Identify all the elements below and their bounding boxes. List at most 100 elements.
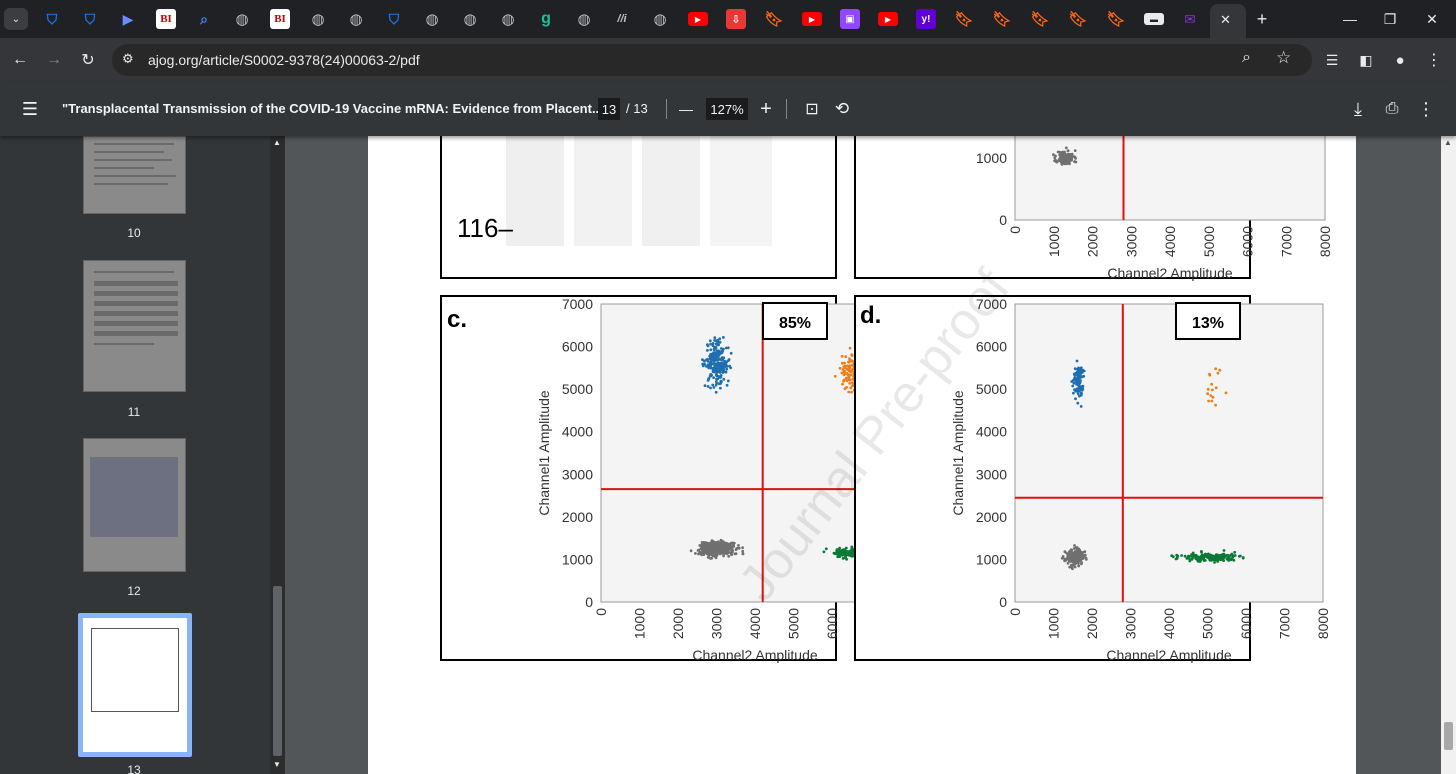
droplet-point <box>822 550 826 554</box>
globe-tab-icon[interactable]: ◍ <box>498 9 518 29</box>
restore-button[interactable]: ❐ <box>1372 6 1408 32</box>
globe-tab-icon[interactable]: ◍ <box>574 9 594 29</box>
zoom-icon[interactable]: ⌕ <box>1242 49 1251 67</box>
zoom-level-input[interactable]: 127% <box>706 98 748 120</box>
page-number-input[interactable]: 13 <box>598 98 620 120</box>
globe-tab-icon[interactable]: ◍ <box>650 9 670 29</box>
droplet-point <box>1206 392 1209 396</box>
address-bar[interactable]: ⚙ ajog.org/article/S0002-9378(24)00063-2… <box>112 44 1312 76</box>
droplet-point <box>719 386 722 390</box>
bi-tab-icon[interactable]: BI <box>156 9 176 29</box>
gel-lane <box>642 136 700 246</box>
droplet-point <box>1207 399 1210 403</box>
pdf-viewer[interactable]: 116– 0 1000 2000 0 1000 2000 3000 4000 5000 6000 7… <box>285 136 1441 774</box>
close-tab-icon[interactable]: ✕ <box>1220 12 1231 28</box>
globe-tab-icon[interactable]: ◍ <box>422 9 442 29</box>
droplet-point <box>1075 387 1079 391</box>
panel-a-frame <box>440 136 837 279</box>
youtube-tab-icon[interactable]: ▶ <box>688 12 708 26</box>
search-tab-icon[interactable]: ⌕ <box>194 9 214 29</box>
tab-search-button[interactable]: ⌄ <box>4 8 28 30</box>
mail-tab-icon[interactable]: ✉ <box>1180 9 1200 29</box>
grammarly-tab-icon[interactable]: g <box>536 9 556 29</box>
sports-tab-icon[interactable]: ▬ <box>1144 13 1164 25</box>
fit-page-icon[interactable]: ⊡ <box>800 97 824 121</box>
droplet-point <box>1072 372 1076 376</box>
shield-tab-icon[interactable]: ⛉ <box>42 9 62 29</box>
droplet-point <box>1214 403 1217 407</box>
twitch-tab-icon[interactable]: ▣ <box>840 9 860 29</box>
sidebar-scrollbar[interactable]: ▲ ▼ <box>270 136 285 774</box>
zoom-out-button[interactable]: — <box>674 97 698 121</box>
droplet-point <box>1208 372 1211 376</box>
yahoo-tab-icon[interactable]: y! <box>916 9 936 29</box>
side-panel-icon[interactable]: ◧ <box>1354 48 1378 72</box>
x-tick-label: 0 <box>1007 608 1023 616</box>
rotate-icon[interactable]: ⟲ <box>830 97 854 121</box>
bookmark-star-icon[interactable]: ☆ <box>1276 48 1291 68</box>
droplet-point <box>708 339 712 343</box>
scrollbar-thumb[interactable] <box>1444 722 1453 750</box>
bi-tab-icon[interactable]: BI <box>270 9 290 29</box>
site-info-icon[interactable]: ⚙ <box>122 51 134 67</box>
globe-tab-icon[interactable]: ◍ <box>308 9 328 29</box>
thumbnail-page-13-selected[interactable] <box>78 613 192 757</box>
podcast-tab-icon[interactable]: ⇩ <box>726 9 746 29</box>
youtube-tab-icon[interactable]: ▶ <box>802 12 822 26</box>
droplet-point <box>1183 554 1187 558</box>
scroll-up-arrow[interactable]: ▲ <box>273 138 281 147</box>
globe-tab-icon[interactable]: ◍ <box>460 9 480 29</box>
droplet-point <box>712 542 715 546</box>
droplet-point <box>700 543 703 547</box>
droplet-point <box>1052 153 1055 157</box>
ribbon-tab-icon[interactable]: ▶ <box>118 9 138 29</box>
youtube-tab-icon[interactable]: ▶ <box>878 12 898 26</box>
new-tab-button[interactable]: + <box>1244 6 1280 32</box>
bookmark-tab-icon[interactable]: 🔖︎ <box>1068 9 1088 29</box>
y-tick-label: 3000 <box>562 466 593 482</box>
droplet-point <box>725 365 729 368</box>
reading-list-icon[interactable]: ☰ <box>1320 48 1344 72</box>
globe-tab-icon[interactable]: ◍ <box>346 9 366 29</box>
droplet-point <box>711 358 715 361</box>
droplet-point <box>725 367 729 371</box>
thumbnail-page-11[interactable] <box>83 260 186 392</box>
thumbnail-table-row <box>94 281 178 286</box>
forward-icon[interactable]: → <box>42 48 66 72</box>
shield-tab-icon[interactable]: ⛉ <box>384 9 404 29</box>
profile-icon[interactable]: ● <box>1388 48 1412 72</box>
zoom-in-button[interactable]: + <box>754 97 778 121</box>
scrollbar-thumb[interactable] <box>273 586 282 756</box>
more-options-icon[interactable]: ⋮ <box>1414 97 1438 121</box>
scroll-up-arrow[interactable]: ▲ <box>1444 138 1452 147</box>
minimize-button[interactable]: — <box>1332 6 1368 32</box>
bookmark-tab-icon[interactable]: 🔖︎ <box>1106 9 1126 29</box>
active-tab[interactable]: ✕ <box>1210 4 1246 38</box>
back-icon[interactable]: ← <box>8 48 32 72</box>
download-icon[interactable]: ⤓ <box>1346 97 1370 121</box>
hamburger-menu-icon[interactable]: ☰ <box>18 97 42 121</box>
print-icon[interactable]: ⎙ <box>1380 97 1404 121</box>
shield-tab-icon[interactable]: ⛉ <box>80 9 100 29</box>
viewer-scrollbar[interactable]: ▲ <box>1441 136 1456 774</box>
thumbnail-page-12[interactable] <box>83 438 186 572</box>
droplet-point <box>726 346 730 350</box>
url-text[interactable]: ajog.org/article/S0002-9378(24)00063-2/p… <box>148 52 420 68</box>
bookmark-tab-icon[interactable]: 🔖︎ <box>1030 9 1050 29</box>
globe-tab-icon[interactable]: ◍ <box>232 9 252 29</box>
panel-d-label: d. <box>860 302 881 329</box>
scroll-down-arrow[interactable]: ▼ <box>273 760 281 769</box>
y-tick-label: 6000 <box>562 339 593 355</box>
bookmark-tab-icon[interactable]: 🔖︎ <box>992 9 1012 29</box>
reload-icon[interactable]: ↻ <box>76 48 100 72</box>
bookmark-tab-icon[interactable]: 🔖︎ <box>954 9 974 29</box>
menu-dots-icon[interactable]: ⋮ <box>1422 48 1446 72</box>
slash-tab-icon[interactable]: //i <box>612 9 632 29</box>
thumbnail-page-10[interactable] <box>83 136 186 214</box>
droplet-point <box>838 366 842 370</box>
y-tick-label: 1000 <box>976 150 1007 166</box>
window-close-button[interactable]: ✕ <box>1414 6 1450 32</box>
droplet-point <box>1222 559 1225 562</box>
droplet-point <box>709 386 712 390</box>
bookmark-tab-icon[interactable]: 🔖︎ <box>764 9 784 29</box>
